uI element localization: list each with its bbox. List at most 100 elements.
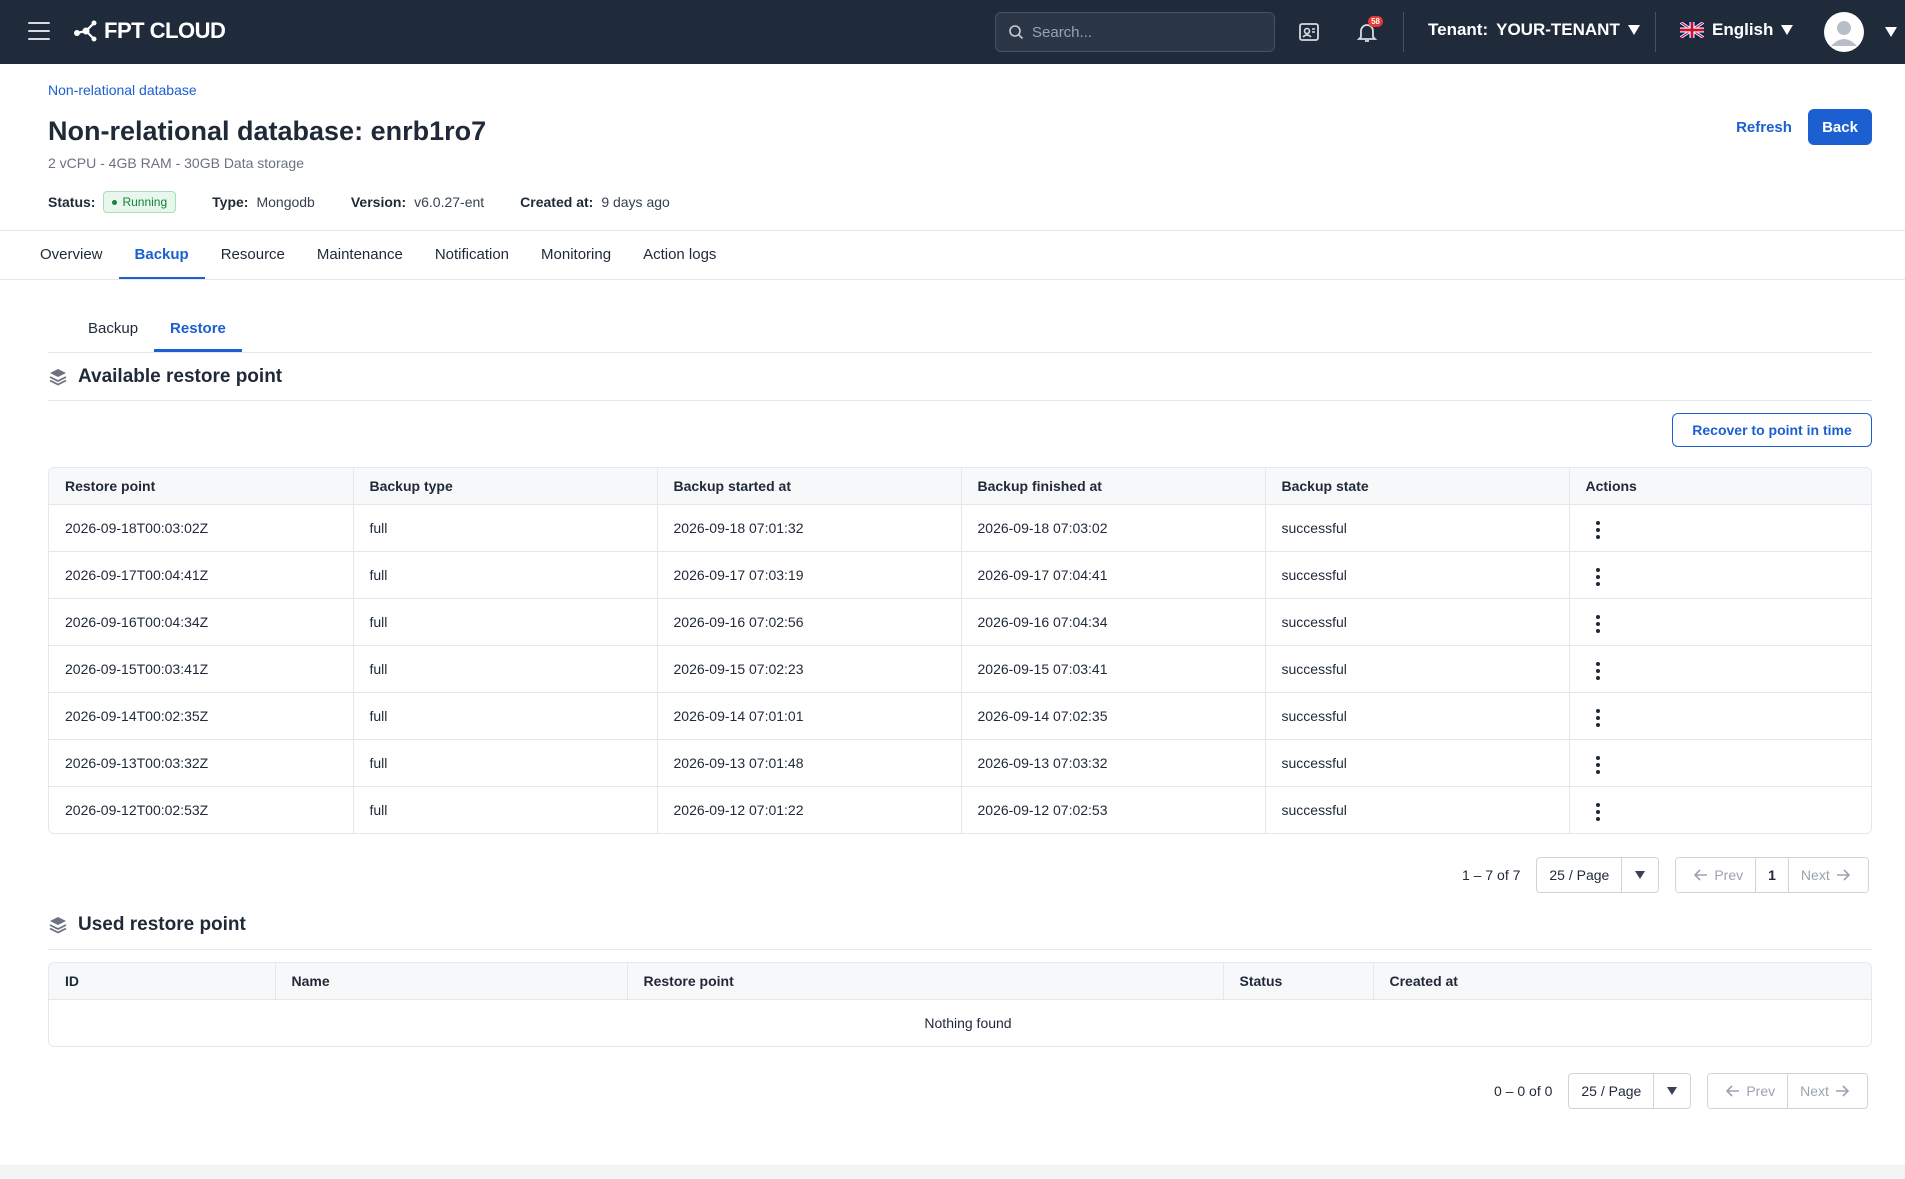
table-row: 2026-09-16T00:04:34Z full 2026-09-16 07:… xyxy=(49,598,1871,646)
avatar[interactable] xyxy=(1824,12,1864,52)
pagination-range: 0 – 0 of 0 xyxy=(1494,1083,1553,1099)
backup-finished-cell: 2026-09-18 07:03:02 xyxy=(961,504,1266,552)
recover-to-point-in-time-button[interactable]: Recover to point in time xyxy=(1672,413,1872,447)
next-page-button[interactable]: Next xyxy=(1789,858,1868,892)
prev-page-button[interactable]: Prev xyxy=(1708,1074,1789,1108)
tab-action-logs[interactable]: Action logs xyxy=(627,232,732,280)
actions-cell xyxy=(1569,598,1871,646)
backup-finished-cell: 2026-09-13 07:03:32 xyxy=(961,739,1266,787)
status-badge: Running xyxy=(103,191,177,213)
search-box[interactable] xyxy=(995,12,1275,52)
next-label: Next xyxy=(1800,1083,1829,1099)
table-row: 2026-09-15T00:03:41Z full 2026-09-15 07:… xyxy=(49,645,1871,693)
language-label: English xyxy=(1712,20,1774,39)
page-size-value[interactable]: 25 / Page xyxy=(1569,1074,1655,1108)
more-actions-icon[interactable] xyxy=(1586,516,1610,544)
chevron-down-icon[interactable] xyxy=(1654,1074,1690,1108)
more-actions-icon[interactable] xyxy=(1586,657,1610,685)
table-row: 2026-09-12T00:02:53Z full 2026-09-12 07:… xyxy=(49,786,1871,833)
tenant-value: YOUR-TENANT xyxy=(1496,20,1620,39)
subtab-restore[interactable]: Restore xyxy=(154,312,242,352)
more-actions-icon[interactable] xyxy=(1586,563,1610,591)
page-subtitle: 2 vCPU - 4GB RAM - 30GB Data storage xyxy=(48,155,304,171)
arrow-right-icon xyxy=(1836,869,1850,881)
actions-cell xyxy=(1569,504,1871,552)
column-header: ID xyxy=(49,963,276,1000)
more-actions-icon[interactable] xyxy=(1586,704,1610,732)
menu-icon[interactable] xyxy=(28,22,50,40)
column-header: Backup type xyxy=(353,468,658,505)
prev-page-button[interactable]: Prev xyxy=(1676,858,1755,892)
refresh-button[interactable]: Refresh xyxy=(1728,109,1800,145)
divider xyxy=(0,230,1905,231)
breadcrumb[interactable]: Non-relational database xyxy=(48,82,197,98)
backup-type-cell: full xyxy=(353,645,658,693)
language-selector[interactable]: English xyxy=(1680,20,1794,40)
table-row: 2026-09-17T00:04:41Z full 2026-09-17 07:… xyxy=(49,551,1871,599)
backup-state-cell: successful xyxy=(1265,598,1570,646)
table-row: 2026-09-13T00:03:32Z full 2026-09-13 07:… xyxy=(49,739,1871,787)
version-label: Version: xyxy=(350,194,407,210)
page-navigation: Prev Next xyxy=(1707,1073,1868,1109)
main-tabs: Overview Backup Resource Maintenance Not… xyxy=(24,232,732,280)
next-page-button[interactable]: Next xyxy=(1788,1074,1867,1108)
more-actions-icon[interactable] xyxy=(1586,751,1610,779)
backup-state-cell: successful xyxy=(1265,786,1570,833)
backup-started-cell: 2026-09-18 07:01:32 xyxy=(657,504,962,552)
page-size-value[interactable]: 25 / Page xyxy=(1537,858,1623,892)
used-pagination: 0 – 0 of 0 25 / Page Prev Next xyxy=(1494,1073,1868,1109)
divider xyxy=(0,279,1905,280)
created-value: 9 days ago xyxy=(601,194,670,210)
tenant-selector[interactable]: Tenant: YOUR-TENANT xyxy=(1428,20,1640,40)
restore-point-cell: 2026-09-13T00:03:32Z xyxy=(49,739,354,787)
arrow-right-icon xyxy=(1835,1085,1849,1097)
page-size-select[interactable]: 25 / Page xyxy=(1568,1073,1692,1109)
column-header: Backup finished at xyxy=(961,468,1266,505)
brand-logo[interactable]: FPT CLOUD xyxy=(72,18,226,44)
back-button[interactable]: Back xyxy=(1808,109,1872,145)
divider xyxy=(48,352,1872,353)
chevron-down-icon xyxy=(1781,25,1794,35)
tab-monitoring[interactable]: Monitoring xyxy=(525,232,627,280)
backup-state-cell: successful xyxy=(1265,739,1570,787)
uk-flag-icon xyxy=(1680,22,1704,38)
user-contact-icon[interactable] xyxy=(1297,20,1321,44)
database-meta: Status: Running Type: Mongodb Version: v… xyxy=(48,191,706,213)
user-avatar-icon xyxy=(1831,21,1857,46)
tab-overview[interactable]: Overview xyxy=(24,232,119,280)
column-header: Actions xyxy=(1569,468,1871,505)
nav-divider xyxy=(1655,12,1656,52)
column-header: Name xyxy=(275,963,628,1000)
tab-backup[interactable]: Backup xyxy=(118,232,205,280)
column-header: Restore point xyxy=(49,468,354,505)
more-actions-icon[interactable] xyxy=(1586,798,1610,826)
restore-point-cell: 2026-09-17T00:04:41Z xyxy=(49,551,354,599)
search-input[interactable] xyxy=(1032,23,1252,41)
column-header: Status xyxy=(1223,963,1374,1000)
table-row: 2026-09-14T00:02:35Z full 2026-09-14 07:… xyxy=(49,692,1871,740)
backup-type-cell: full xyxy=(353,504,658,552)
created-label: Created at: xyxy=(520,194,594,210)
logo-icon xyxy=(74,20,97,42)
backup-started-cell: 2026-09-17 07:03:19 xyxy=(657,551,962,599)
chevron-down-icon[interactable] xyxy=(1885,27,1897,37)
more-actions-icon[interactable] xyxy=(1586,610,1610,638)
notification-bell-icon[interactable]: 58 xyxy=(1355,16,1383,44)
tab-resource[interactable]: Resource xyxy=(205,232,301,280)
divider xyxy=(48,400,1872,401)
used-section-title: Used restore point xyxy=(48,914,246,936)
backup-finished-cell: 2026-09-17 07:04:41 xyxy=(961,551,1266,599)
chevron-down-icon[interactable] xyxy=(1622,858,1658,892)
page-number-button[interactable]: 1 xyxy=(1755,858,1789,892)
nav-divider xyxy=(1403,12,1404,52)
available-section-title: Available restore point xyxy=(48,366,282,388)
page-size-select[interactable]: 25 / Page xyxy=(1536,857,1660,893)
empty-state: Nothing found xyxy=(924,1014,1012,1031)
tab-maintenance[interactable]: Maintenance xyxy=(301,232,419,280)
backup-state-cell: successful xyxy=(1265,551,1570,599)
tab-notification[interactable]: Notification xyxy=(419,232,525,280)
backup-started-cell: 2026-09-12 07:01:22 xyxy=(657,786,962,833)
subtab-backup[interactable]: Backup xyxy=(72,312,154,352)
prev-label: Prev xyxy=(1714,867,1744,883)
backup-type-cell: full xyxy=(353,692,658,740)
